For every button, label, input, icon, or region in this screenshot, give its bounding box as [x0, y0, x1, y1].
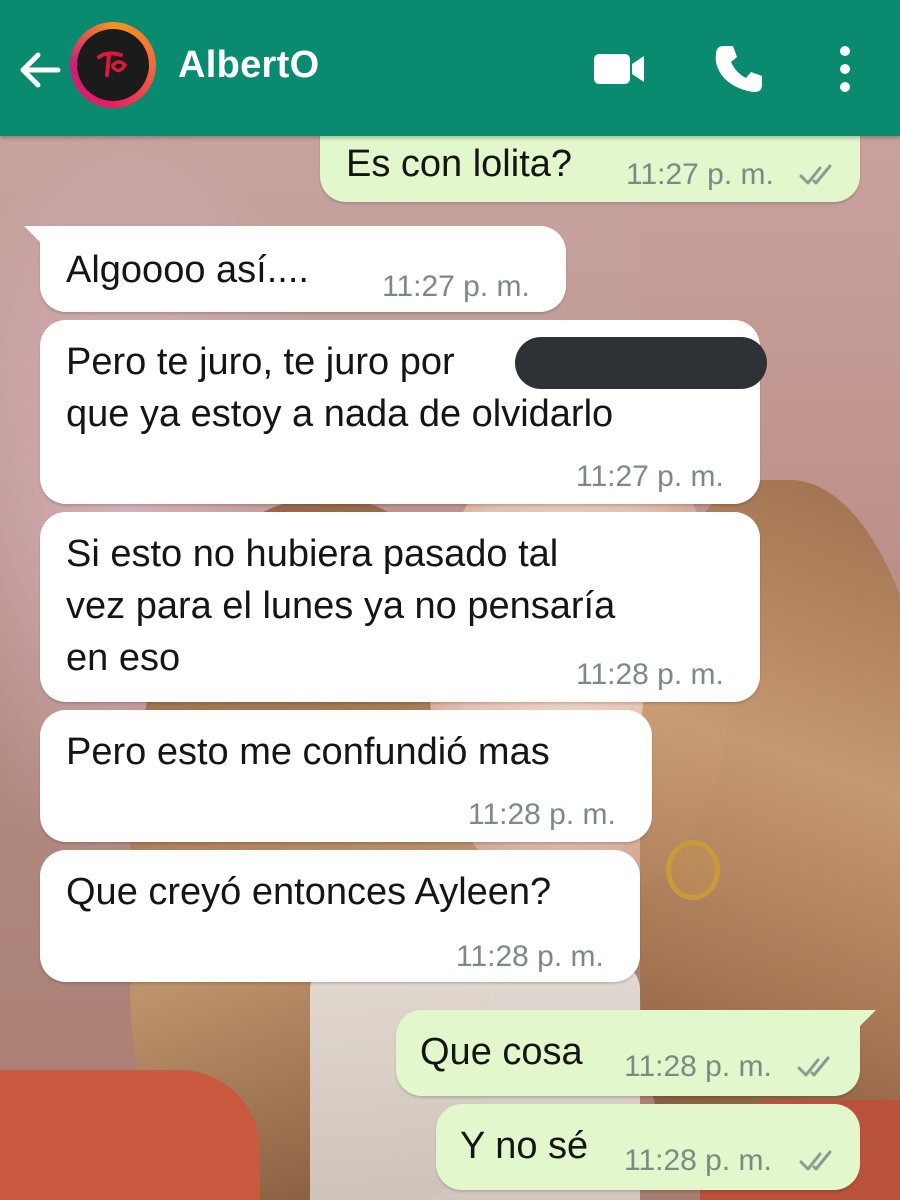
- double-check-icon: [799, 1150, 832, 1171]
- message-text: Pero esto me confundió mas: [66, 731, 550, 773]
- bubble-tail: [854, 1010, 876, 1032]
- message-timestamp: 11:28 p. m.: [576, 658, 724, 691]
- wallpaper-earring: [666, 840, 720, 900]
- message-timestamp: 11:27 p. m.: [382, 270, 530, 303]
- more-options-button[interactable]: [822, 40, 868, 98]
- message-outgoing[interactable]: Y no sé 11:28 p. m.: [436, 1104, 860, 1190]
- contact-name[interactable]: AlbertO: [178, 44, 319, 87]
- double-check-icon: [799, 164, 832, 185]
- message-text: Y no sé: [460, 1125, 589, 1167]
- twice-logo-icon: [97, 51, 128, 77]
- back-button[interactable]: [14, 44, 66, 96]
- message-outgoing[interactable]: Que cosa 11:28 p. m.: [396, 1010, 876, 1096]
- message-incoming[interactable]: Si esto no hubiera pasado tal vez para e…: [40, 512, 760, 702]
- message-text: Es con lolita?: [346, 143, 573, 185]
- video-call-button[interactable]: [590, 44, 650, 94]
- message-timestamp: 11:28 p. m.: [456, 940, 604, 973]
- avatar-image: [77, 29, 149, 101]
- more-vertical-icon: [840, 46, 850, 92]
- message-timestamp: 11:27 p. m.: [576, 460, 724, 493]
- message-timestamp: 11:28 p. m.: [624, 1144, 772, 1177]
- avatar[interactable]: [70, 22, 156, 108]
- message-timestamp: 11:27 p. m.: [626, 158, 774, 191]
- message-text: Que cosa: [420, 1031, 583, 1073]
- message-text: Que creyó entonces Ayleen?: [66, 871, 552, 913]
- message-incoming[interactable]: Pero esto me confundió mas 11:28 p. m.: [40, 710, 652, 842]
- wallpaper-sweater: [0, 1070, 260, 1200]
- message-incoming[interactable]: Que creyó entonces Ayleen? 11:28 p. m.: [40, 850, 640, 982]
- message-text: Si esto no hubiera pasado tal vez para e…: [66, 533, 616, 679]
- chat-header: AlbertO: [0, 0, 900, 136]
- message-timestamp: 11:28 p. m.: [624, 1050, 772, 1083]
- phone-icon: [715, 46, 762, 92]
- redaction-mark: [515, 337, 767, 389]
- video-camera-icon: [594, 54, 644, 84]
- bubble-tail: [24, 226, 46, 248]
- message-timestamp: 11:28 p. m.: [468, 798, 616, 831]
- voice-call-button[interactable]: [710, 40, 768, 98]
- arrow-left-icon: [20, 52, 61, 88]
- message-text: Algoooo así....: [66, 249, 309, 291]
- double-check-icon: [797, 1056, 830, 1077]
- message-incoming[interactable]: Algoooo así.... 11:27 p. m.: [24, 226, 566, 312]
